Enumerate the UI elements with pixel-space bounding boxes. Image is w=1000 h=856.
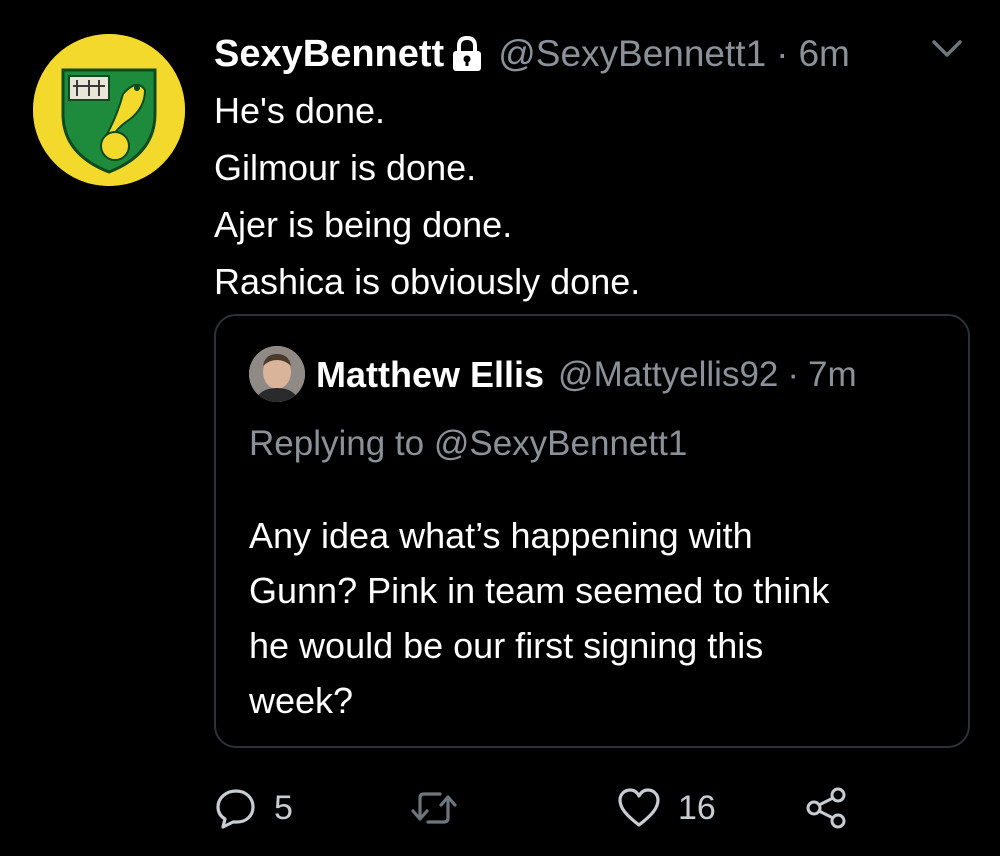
avatar[interactable] (33, 34, 185, 186)
quoted-line: Any idea what’s happening with (249, 515, 753, 556)
replying-prefix: Replying to (249, 424, 425, 463)
reply-icon (216, 789, 255, 829)
user-handle[interactable]: @SexyBennett1 (498, 33, 766, 75)
share-icon (806, 787, 846, 829)
quoted-tweet[interactable]: Matthew Ellis @Mattyellis92 · 7m Replyin… (214, 314, 970, 748)
tweet-text: He's done. Gilmour is done. Ajer is bein… (214, 82, 640, 310)
person-photo-icon (249, 346, 305, 402)
share-button[interactable] (804, 780, 848, 836)
tweet-line: He's done. (214, 90, 385, 131)
quoted-display-name[interactable]: Matthew Ellis (316, 354, 544, 396)
quoted-line: he would be our first signing this (249, 625, 764, 666)
tweet-header: SexyBennett @SexyBennett1 · 6m (214, 26, 850, 82)
retweet-icon (411, 792, 457, 824)
tweet[interactable]: SexyBennett @SexyBennett1 · 6m He's done… (0, 0, 1000, 856)
display-name[interactable]: SexyBennett (214, 33, 444, 76)
separator-dot: · (787, 355, 800, 394)
action-bar: 5 16 (214, 780, 974, 836)
quoted-handle[interactable]: @Mattyellis92 (558, 355, 778, 395)
reply-button[interactable]: 5 (214, 780, 293, 836)
replying-mention[interactable]: @SexyBennett1 (434, 424, 687, 463)
quoted-line: week? (249, 680, 354, 721)
separator-dot: · (776, 33, 789, 74)
norwich-crest-icon (33, 34, 185, 186)
tweet-line: Ajer is being done. (214, 204, 513, 245)
like-count: 16 (678, 788, 716, 827)
chevron-down-icon[interactable] (930, 38, 964, 60)
quoted-avatar[interactable] (249, 346, 305, 402)
tweet-line: Gilmour is done. (214, 147, 477, 188)
like-button[interactable]: 16 (616, 780, 716, 836)
replying-to: Replying to @SexyBennett1 (249, 424, 687, 464)
retweet-button[interactable] (410, 780, 474, 836)
quoted-header: Matthew Ellis @Mattyellis92 · 7m (316, 346, 857, 404)
reply-count: 5 (274, 788, 293, 827)
quoted-text: Any idea what’s happening with Gunn? Pin… (249, 508, 949, 728)
tweet-line: Rashica is obviously done. (214, 261, 641, 302)
like-icon (618, 788, 660, 827)
quoted-timestamp[interactable]: 7m (808, 355, 857, 395)
lock-icon (450, 35, 484, 73)
quoted-line: Gunn? Pink in team seemed to think (249, 570, 830, 611)
timestamp[interactable]: 6m (798, 33, 849, 75)
